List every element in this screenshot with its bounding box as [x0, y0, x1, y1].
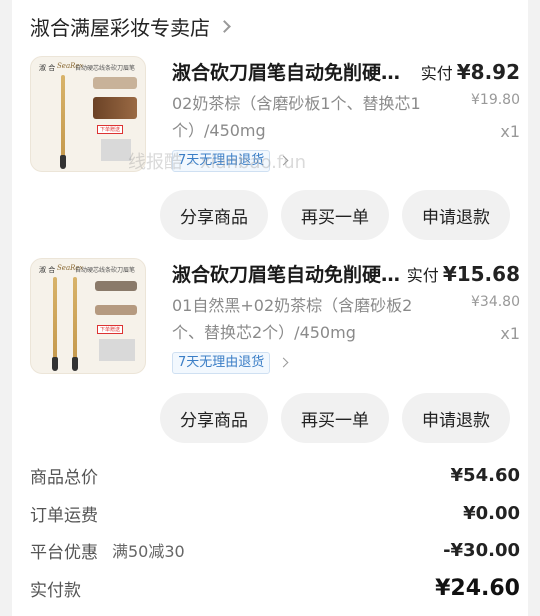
product-thumbnail[interactable]: 淑 合 SeaRex 自动硬芯线条砍刀眉笔 下单赠送 — [30, 258, 146, 374]
brow-swatch-image — [95, 281, 137, 291]
eyebrow-pencil-image — [61, 75, 65, 157]
pencil-tip-image — [72, 357, 78, 371]
order-card: 淑合满屋彩妆专卖店 淑 合 SeaRex 自动硬芯线条砍刀眉笔 下单赠送 淑合砍… — [12, 0, 528, 616]
discount-value: -¥30.00 — [443, 539, 520, 561]
original-price: ¥19.80 — [471, 92, 520, 108]
paid-total-row: 实付款 ¥24.60 — [30, 573, 520, 603]
goods-total-row: 商品总价 ¥54.60 — [30, 460, 520, 490]
product-thumbnail[interactable]: 淑 合 SeaRex 自动硬芯线条砍刀眉笔 下单赠送 — [30, 56, 146, 172]
product-item[interactable]: 淑 合 SeaRex 自动硬芯线条砍刀眉笔 下单赠送 淑合砍刀眉笔自动免削硬芯…… — [30, 56, 520, 176]
color-swatch-image — [93, 97, 137, 119]
gift-badge: 下单赠送 — [97, 325, 124, 334]
discount-label: 平台优惠 — [30, 542, 98, 563]
quantity: x1 — [500, 324, 520, 343]
return-policy-tag[interactable]: 7天无理由退货 — [172, 352, 271, 374]
goods-total-value: ¥54.60 — [450, 464, 520, 486]
shipping-value: ¥0.00 — [463, 502, 520, 524]
paid-price: ¥8.92 — [456, 60, 520, 84]
thumb-brand-text: 淑 合 — [39, 64, 56, 72]
paid-label: 实付 — [406, 266, 439, 285]
chevron-right-icon — [218, 19, 231, 33]
pencil-tip-image — [52, 357, 58, 371]
product-title[interactable]: 淑合砍刀眉笔自动免削硬芯… — [172, 260, 408, 287]
gift-badge: 下单赠送 — [97, 125, 124, 134]
brow-swatch-image — [95, 305, 137, 315]
gift-box-image — [101, 139, 131, 161]
pencil-tip-image — [60, 155, 66, 169]
paid-price-row: 实付 ¥8.92 — [421, 60, 520, 84]
paid-total-value: ¥24.60 — [435, 575, 520, 601]
discount-row: 平台优惠 满50减30 -¥30.00 — [30, 535, 520, 565]
share-product-button[interactable]: 分享商品 — [160, 393, 268, 443]
product-spec: 02奶茶棕（含磨砂板1个、替换芯1个）/450mg — [172, 94, 421, 140]
eyebrow-pencil-image — [73, 277, 77, 359]
chevron-right-icon — [278, 155, 289, 166]
buy-again-button[interactable]: 再买一单 — [281, 393, 389, 443]
product-item[interactable]: 淑 合 SeaRex 自动硬芯线条砍刀眉笔 下单赠送 淑合砍刀眉笔自动免削硬芯…… — [30, 258, 520, 378]
request-refund-button[interactable]: 申请退款 — [402, 393, 510, 443]
discount-rule: 满50减30 — [112, 542, 185, 561]
return-policy-tag[interactable]: 7天无理由退货 — [172, 150, 271, 172]
store-header[interactable]: 淑合满屋彩妆专卖店 — [30, 10, 231, 42]
thumb-brand-text: 淑 合 — [39, 266, 56, 274]
product-title[interactable]: 淑合砍刀眉笔自动免削硬芯… — [172, 58, 408, 85]
quantity: x1 — [500, 122, 520, 141]
paid-total-label: 实付款 — [30, 580, 81, 601]
paid-price: ¥15.68 — [442, 262, 520, 286]
store-name[interactable]: 淑合满屋彩妆专卖店 — [30, 12, 210, 41]
goods-total-label: 商品总价 — [30, 467, 98, 488]
paid-price-row: 实付 ¥15.68 — [407, 262, 520, 286]
paid-label: 实付 — [420, 64, 453, 83]
buy-again-button[interactable]: 再买一单 — [281, 190, 389, 240]
thumb-caption: 自动硬芯线条砍刀眉笔 — [75, 267, 136, 274]
thumb-caption: 自动硬芯线条砍刀眉笔 — [75, 65, 136, 72]
shipping-label: 订单运费 — [30, 505, 98, 526]
shipping-row: 订单运费 ¥0.00 — [30, 498, 520, 528]
chevron-right-icon — [278, 357, 289, 368]
brow-swatch-image — [93, 77, 137, 89]
request-refund-button[interactable]: 申请退款 — [402, 190, 510, 240]
gift-box-image — [99, 339, 135, 361]
original-price: ¥34.80 — [471, 294, 520, 310]
share-product-button[interactable]: 分享商品 — [160, 190, 268, 240]
eyebrow-pencil-image — [53, 277, 57, 359]
product-spec: 01自然黑+02奶茶棕（含磨砂板2个、替换芯2个）/450mg — [172, 296, 413, 342]
